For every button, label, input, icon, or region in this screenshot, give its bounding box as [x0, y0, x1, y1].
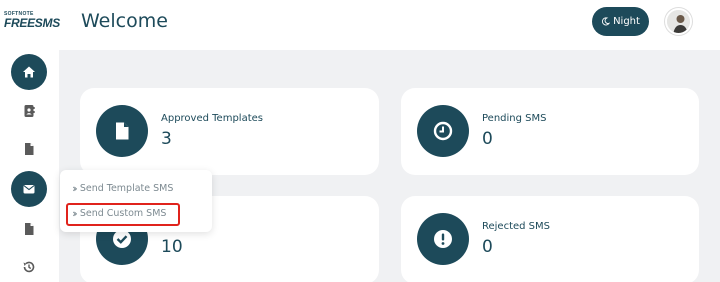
- page-title: Welcome: [81, 10, 168, 32]
- sidebar: [0, 50, 59, 282]
- top-header: SOFTNOTE FREESMS Welcome Night: [0, 0, 720, 50]
- sidebar-item-home[interactable]: [11, 54, 47, 90]
- logo-wordmark: FREESMS: [4, 16, 60, 30]
- sidebar-item-documents[interactable]: [11, 131, 47, 167]
- card-icon-badge: [417, 105, 469, 157]
- card-label: Approved Templates: [161, 113, 263, 124]
- sidebar-item-files[interactable]: [11, 211, 47, 247]
- night-mode-toggle[interactable]: Night: [592, 7, 649, 36]
- moon-icon: [602, 17, 611, 26]
- stat-card-rejected-sms: Rejected SMS 0: [401, 196, 699, 282]
- card-value: 3: [161, 129, 172, 149]
- document-icon: [25, 143, 34, 155]
- sidebar-item-history[interactable]: [11, 249, 47, 282]
- file-icon: [25, 223, 34, 235]
- card-label: Pending SMS: [482, 113, 547, 124]
- home-icon: [23, 66, 35, 78]
- document-icon: [116, 122, 129, 140]
- card-value: 10: [161, 237, 183, 257]
- envelope-icon: [23, 185, 35, 194]
- card-label: Rejected SMS: [482, 221, 551, 232]
- contacts-icon: [24, 105, 35, 117]
- double-chevron-right-icon: ››: [72, 182, 78, 195]
- submenu-item-label: Send Template SMS: [79, 183, 174, 194]
- stat-card-approved-templates: Approved Templates 3: [80, 88, 379, 175]
- user-photo: [667, 10, 690, 33]
- brand-logo[interactable]: SOFTNOTE FREESMS: [4, 11, 60, 33]
- sidebar-item-messages[interactable]: [11, 171, 47, 207]
- card-icon-badge: [96, 105, 148, 157]
- stat-card-pending-sms: Pending SMS 0: [401, 88, 699, 175]
- exclamation-icon: [434, 230, 452, 248]
- night-mode-label: Night: [613, 16, 640, 27]
- history-icon: [23, 261, 35, 273]
- card-icon-badge: [417, 213, 469, 265]
- submenu-item-send-template-sms[interactable]: ›› Send Template SMS: [72, 182, 173, 195]
- clock-icon: [433, 121, 453, 141]
- card-value: 0: [482, 237, 493, 257]
- card-value: 0: [482, 129, 493, 149]
- sidebar-item-contacts[interactable]: [11, 93, 47, 129]
- user-avatar[interactable]: [665, 8, 692, 35]
- highlight-annotation: [66, 203, 180, 226]
